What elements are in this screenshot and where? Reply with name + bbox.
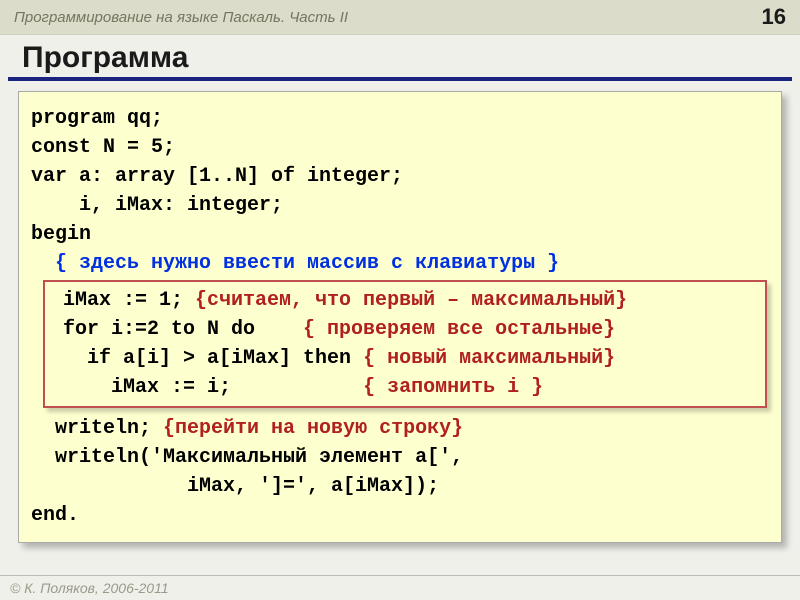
code-comment: { новый максимальный} — [363, 347, 615, 370]
footer-copyright: © К. Поляков, 2006-2011 — [0, 575, 800, 600]
code-text: if a[i] > a[iMax] then — [51, 347, 363, 370]
code-line: writeln; {перейти на новую строку} — [31, 414, 769, 443]
code-comment: {перейти на новую строку} — [163, 417, 463, 440]
code-text: iMax := i; — [51, 376, 363, 399]
code-line: const N = 5; — [31, 133, 769, 162]
code-line: iMax, ']=', a[iMax]); — [31, 472, 769, 501]
highlighted-code-block: iMax := 1; {считаем, что первый – максим… — [43, 280, 767, 408]
code-line: i, iMax: integer; — [31, 191, 769, 220]
code-line: program qq; — [31, 104, 769, 133]
code-comment: { проверяем все остальные} — [303, 318, 615, 341]
code-line: for i:=2 to N do { проверяем все остальн… — [51, 315, 759, 344]
code-comment: { здесь нужно ввести массив с клавиатуры… — [31, 249, 769, 278]
code-line: begin — [31, 220, 769, 249]
code-comment: { запомнить i } — [363, 376, 543, 399]
code-line: var a: array [1..N] of integer; — [31, 162, 769, 191]
code-text: iMax := 1; — [51, 289, 195, 312]
code-text: for i:=2 to N do — [51, 318, 303, 341]
code-block: program qq; const N = 5; var a: array [1… — [18, 91, 782, 543]
section-title: Программа — [8, 35, 792, 81]
code-line: end. — [31, 501, 769, 530]
header-bar: Программирование на языке Паскаль. Часть… — [0, 0, 800, 35]
page-number: 16 — [762, 4, 786, 30]
code-text: writeln; — [31, 417, 163, 440]
code-line: iMax := 1; {считаем, что первый – максим… — [51, 286, 759, 315]
code-line: if a[i] > a[iMax] then { новый максималь… — [51, 344, 759, 373]
header-title: Программирование на языке Паскаль. Часть… — [14, 9, 348, 26]
code-line: iMax := i; { запомнить i } — [51, 373, 759, 402]
code-line: writeln('Максимальный элемент a[', — [31, 443, 769, 472]
code-comment: {считаем, что первый – максимальный} — [195, 289, 627, 312]
